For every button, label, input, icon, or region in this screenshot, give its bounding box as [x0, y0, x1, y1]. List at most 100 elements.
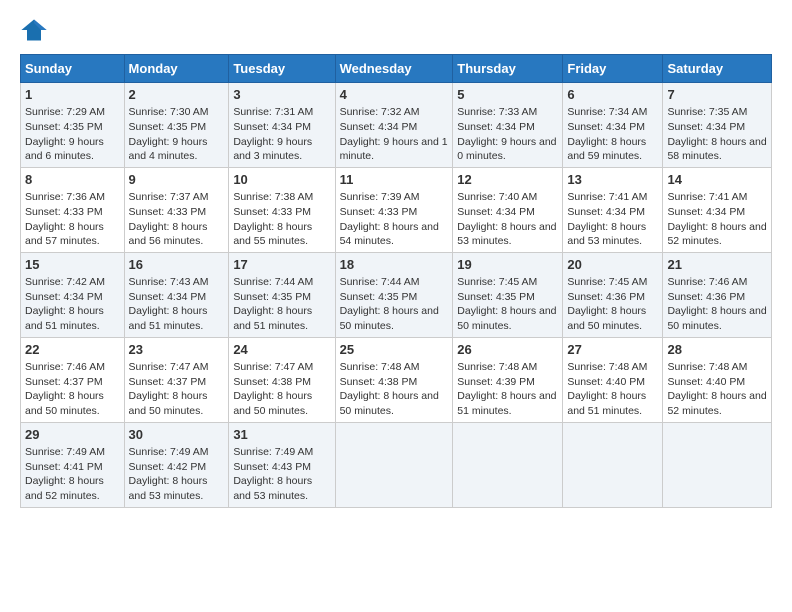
calendar-header-row: SundayMondayTuesdayWednesdayThursdayFrid… — [21, 55, 772, 83]
daylight-text: Daylight: 8 hours and 51 minutes. — [25, 305, 104, 332]
daylight-text: Daylight: 8 hours and 50 minutes. — [340, 390, 439, 417]
sunrise-text: Sunrise: 7:49 AM — [129, 446, 209, 458]
calendar-cell: 27Sunrise: 7:48 AMSunset: 4:40 PMDayligh… — [563, 337, 663, 422]
calendar-cell: 24Sunrise: 7:47 AMSunset: 4:38 PMDayligh… — [229, 337, 335, 422]
sunset-text: Sunset: 4:42 PM — [129, 461, 207, 473]
sunrise-text: Sunrise: 7:45 AM — [567, 276, 647, 288]
sunrise-text: Sunrise: 7:40 AM — [457, 191, 537, 203]
sunrise-text: Sunrise: 7:48 AM — [457, 361, 537, 373]
calendar-cell: 6 Sunrise: 7:34 AM Sunset: 4:34 PM Daylight… — [563, 83, 663, 168]
sunrise-text: Sunrise: 7:48 AM — [340, 361, 420, 373]
sunrise-text: Sunrise: 7:43 AM — [129, 276, 209, 288]
day-number: 21 — [667, 256, 767, 274]
sunset-text: Sunset: 4:35 PM — [233, 291, 311, 303]
column-header-sunday: Sunday — [21, 55, 125, 83]
day-number: 26 — [457, 341, 558, 359]
calendar-cell: 25Sunrise: 7:48 AMSunset: 4:38 PMDayligh… — [335, 337, 453, 422]
day-number: 7 — [667, 86, 767, 104]
day-number: 29 — [25, 426, 120, 444]
sunset-text: Sunset: 4:34 PM — [129, 291, 207, 303]
logo-icon — [20, 16, 48, 44]
daylight-text: Daylight: 8 hours and 56 minutes. — [129, 221, 208, 248]
calendar-cell — [563, 422, 663, 507]
calendar-cell: 14Sunrise: 7:41 AMSunset: 4:34 PMDayligh… — [663, 167, 772, 252]
daylight-text: Daylight: 9 hours and 0 minutes. — [457, 136, 556, 163]
calendar-cell: 29Sunrise: 7:49 AMSunset: 4:41 PMDayligh… — [21, 422, 125, 507]
day-number: 24 — [233, 341, 330, 359]
sunset-text: Sunset: 4:34 PM — [233, 121, 311, 133]
calendar-cell: 15Sunrise: 7:42 AMSunset: 4:34 PMDayligh… — [21, 252, 125, 337]
calendar-cell — [335, 422, 453, 507]
column-header-thursday: Thursday — [453, 55, 563, 83]
week-row-3: 15Sunrise: 7:42 AMSunset: 4:34 PMDayligh… — [21, 252, 772, 337]
day-number: 3 — [233, 86, 330, 104]
sunset-text: Sunset: 4:35 PM — [457, 291, 535, 303]
sunrise-text: Sunrise: 7:34 AM — [567, 106, 647, 118]
day-number: 13 — [567, 171, 658, 189]
daylight-text: Daylight: 8 hours and 54 minutes. — [340, 221, 439, 248]
calendar-cell: 8Sunrise: 7:36 AMSunset: 4:33 PMDaylight… — [21, 167, 125, 252]
sunrise-text: Sunrise: 7:30 AM — [129, 106, 209, 118]
column-header-wednesday: Wednesday — [335, 55, 453, 83]
sunrise-text: Sunrise: 7:47 AM — [233, 361, 313, 373]
day-number: 22 — [25, 341, 120, 359]
day-number: 23 — [129, 341, 225, 359]
day-number: 11 — [340, 171, 449, 189]
calendar-cell: 18Sunrise: 7:44 AMSunset: 4:35 PMDayligh… — [335, 252, 453, 337]
day-number: 17 — [233, 256, 330, 274]
sunset-text: Sunset: 4:35 PM — [129, 121, 207, 133]
calendar-cell — [663, 422, 772, 507]
daylight-text: Daylight: 8 hours and 53 minutes. — [233, 475, 312, 502]
sunset-text: Sunset: 4:34 PM — [25, 291, 103, 303]
sunrise-text: Sunrise: 7:48 AM — [667, 361, 747, 373]
daylight-text: Daylight: 8 hours and 50 minutes. — [340, 305, 439, 332]
daylight-text: Daylight: 8 hours and 51 minutes. — [233, 305, 312, 332]
sunrise-text: Sunrise: 7:42 AM — [25, 276, 105, 288]
calendar-cell: 5Sunrise: 7:33 AMSunset: 4:34 PMDaylight… — [453, 83, 563, 168]
sunrise-text: Sunrise: 7:29 AM — [25, 106, 105, 118]
daylight-text: Daylight: 8 hours and 57 minutes. — [25, 221, 104, 248]
column-header-tuesday: Tuesday — [229, 55, 335, 83]
sunset-text: Sunset: 4:34 PM — [567, 121, 645, 133]
daylight-text: Daylight: 8 hours and 52 minutes. — [25, 475, 104, 502]
sunset-text: Sunset: 4:34 PM — [457, 206, 535, 218]
sunrise-text: Sunrise: 7:46 AM — [667, 276, 747, 288]
calendar-cell: 7Sunrise: 7:35 AMSunset: 4:34 PMDaylight… — [663, 83, 772, 168]
sunrise-text: Sunrise: 7:36 AM — [25, 191, 105, 203]
daylight-text: Daylight: 8 hours and 52 minutes. — [667, 221, 766, 248]
daylight-text: Daylight: 8 hours and 50 minutes. — [233, 390, 312, 417]
calendar-cell: 1Sunrise: 7:29 AMSunset: 4:35 PMDaylight… — [21, 83, 125, 168]
sunrise-text: Sunrise: 7:41 AM — [667, 191, 747, 203]
daylight-text: Daylight: 8 hours and 50 minutes. — [25, 390, 104, 417]
sunrise-text: Sunrise: 7:38 AM — [233, 191, 313, 203]
week-row-1: 1Sunrise: 7:29 AMSunset: 4:35 PMDaylight… — [21, 83, 772, 168]
day-number: 16 — [129, 256, 225, 274]
sunrise-text: Sunrise: 7:32 AM — [340, 106, 420, 118]
daylight-text: Daylight: 8 hours and 59 minutes. — [567, 136, 646, 163]
sunset-text: Sunset: 4:38 PM — [340, 376, 418, 388]
column-header-friday: Friday — [563, 55, 663, 83]
sunrise-text: Sunrise: 7:37 AM — [129, 191, 209, 203]
day-number: 6 — [567, 86, 658, 104]
sunrise-text: Sunrise: 7:47 AM — [129, 361, 209, 373]
sunset-text: Sunset: 4:35 PM — [340, 291, 418, 303]
calendar-cell: 17 Sunrise: 7:44 AM Sunset: 4:35 PM Dayligh… — [229, 252, 335, 337]
calendar-cell: 10Sunrise: 7:38 AMSunset: 4:33 PMDayligh… — [229, 167, 335, 252]
day-number: 5 — [457, 86, 558, 104]
sunrise-text: Sunrise: 7:33 AM — [457, 106, 537, 118]
calendar-cell: 12Sunrise: 7:40 AMSunset: 4:34 PMDayligh… — [453, 167, 563, 252]
day-number: 27 — [567, 341, 658, 359]
calendar-cell: 20Sunrise: 7:45 AMSunset: 4:36 PMDayligh… — [563, 252, 663, 337]
sunset-text: Sunset: 4:37 PM — [25, 376, 103, 388]
day-number: 28 — [667, 341, 767, 359]
sunrise-text: Sunrise: 7:41 AM — [567, 191, 647, 203]
calendar-cell: 16Sunrise: 7:43 AMSunset: 4:34 PMDayligh… — [124, 252, 229, 337]
day-number: 10 — [233, 171, 330, 189]
week-row-4: 22Sunrise: 7:46 AMSunset: 4:37 PMDayligh… — [21, 337, 772, 422]
daylight-text: Daylight: 8 hours and 53 minutes. — [457, 221, 556, 248]
daylight-text: Daylight: 8 hours and 52 minutes. — [667, 390, 766, 417]
daylight-text: Daylight: 8 hours and 51 minutes. — [457, 390, 556, 417]
calendar-cell: 2Sunrise: 7:30 AMSunset: 4:35 PMDaylight… — [124, 83, 229, 168]
sunrise-text: Sunrise: 7:44 AM — [233, 276, 313, 288]
sunrise-text: Sunrise: 7:45 AM — [457, 276, 537, 288]
